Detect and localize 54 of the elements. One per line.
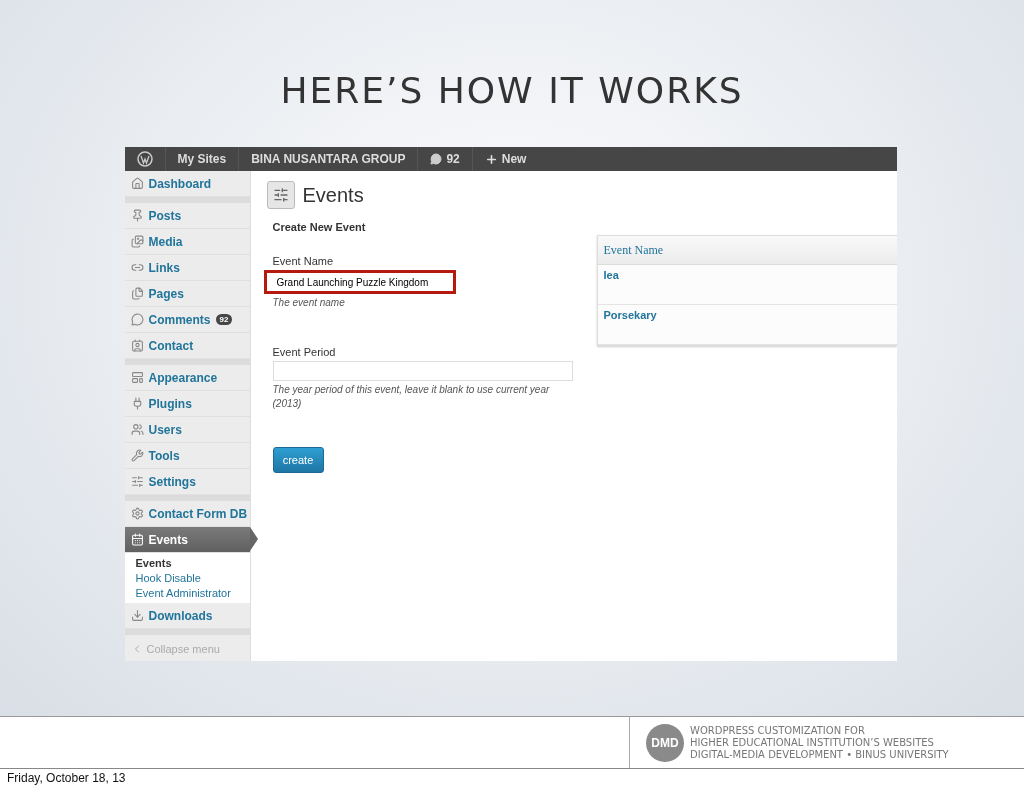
footer-text: DIGITAL-MEDIA DEVELOPMENT • BINUS UNIVERSITY bbox=[690, 748, 949, 761]
new-link[interactable]: New bbox=[472, 147, 539, 171]
menu-item[interactable]: Links bbox=[124, 255, 250, 281]
download-icon bbox=[130, 609, 144, 622]
contact-card-icon bbox=[130, 339, 144, 352]
event-link[interactable]: Porsekary bbox=[603, 309, 657, 321]
layout-icon bbox=[130, 371, 144, 384]
create-button[interactable]: create bbox=[272, 447, 324, 473]
speech-bubble-icon bbox=[130, 313, 144, 326]
menu-item[interactable]: Posts bbox=[124, 203, 250, 229]
menu-item[interactable]: Appearance bbox=[124, 365, 250, 391]
users-icon bbox=[130, 423, 144, 436]
speech-bubble-icon bbox=[430, 153, 443, 165]
event-link[interactable]: Iea bbox=[603, 269, 619, 281]
sliders-icon bbox=[130, 475, 144, 488]
count-badge: 92 bbox=[215, 314, 233, 325]
date-text: Friday, October 18, 13 bbox=[6, 770, 127, 785]
submenu-item[interactable]: Events bbox=[135, 557, 250, 569]
text-field[interactable] bbox=[272, 361, 573, 381]
submenu-item[interactable]: Event Administrator bbox=[135, 587, 250, 599]
menu-item[interactable]: Pages bbox=[124, 281, 250, 307]
pin-icon bbox=[130, 209, 144, 222]
section-heading: Create New Event bbox=[272, 221, 367, 233]
pages-icon bbox=[130, 287, 144, 300]
menu-item[interactable]: Settings bbox=[124, 469, 250, 495]
menu-item[interactable]: Media bbox=[124, 229, 250, 255]
field-label: Event Period bbox=[272, 346, 337, 358]
footer-text: HIGHER EDUCATIONAL INSTITUTION’S WEBSITES bbox=[690, 736, 935, 749]
plus-icon bbox=[484, 152, 498, 166]
page-title: Events bbox=[302, 183, 364, 207]
link-icon bbox=[130, 261, 144, 274]
calendar-icon bbox=[130, 533, 144, 546]
slide-title: HERE’S HOW IT WORKS bbox=[280, 70, 744, 111]
menu-item[interactable]: Downloads bbox=[124, 603, 250, 629]
field-hint: The event name bbox=[272, 296, 346, 310]
comments-link[interactable]: 92 bbox=[418, 147, 473, 171]
footer-text: WORDPRESS CUSTOMIZATION FOR bbox=[690, 724, 866, 737]
menu-item[interactable]: Plugins bbox=[124, 391, 250, 417]
tools-icon bbox=[266, 181, 295, 209]
field-hint: The year period of this event, leave it blank to use current year (2013) bbox=[272, 383, 551, 411]
menu-item[interactable]: Dashboard bbox=[124, 171, 250, 197]
field-label: Event Name bbox=[272, 255, 335, 267]
text-field[interactable]: Grand Launching Puzzle Kingdom bbox=[263, 270, 456, 294]
home-icon bbox=[130, 177, 144, 190]
wrench-icon bbox=[130, 449, 144, 462]
dmd-logo: DMD bbox=[646, 723, 684, 762]
images-icon bbox=[130, 235, 144, 248]
menu-item[interactable]: Users bbox=[124, 417, 250, 443]
menu-item[interactable]: Comments 92 bbox=[124, 307, 250, 333]
column-header: Event Name bbox=[597, 236, 897, 265]
gear-icon bbox=[130, 507, 144, 520]
menu-item[interactable]: Contact bbox=[124, 333, 250, 359]
menu-item[interactable]: Tools bbox=[124, 443, 250, 469]
submenu-item[interactable]: Hook Disable bbox=[135, 572, 250, 584]
